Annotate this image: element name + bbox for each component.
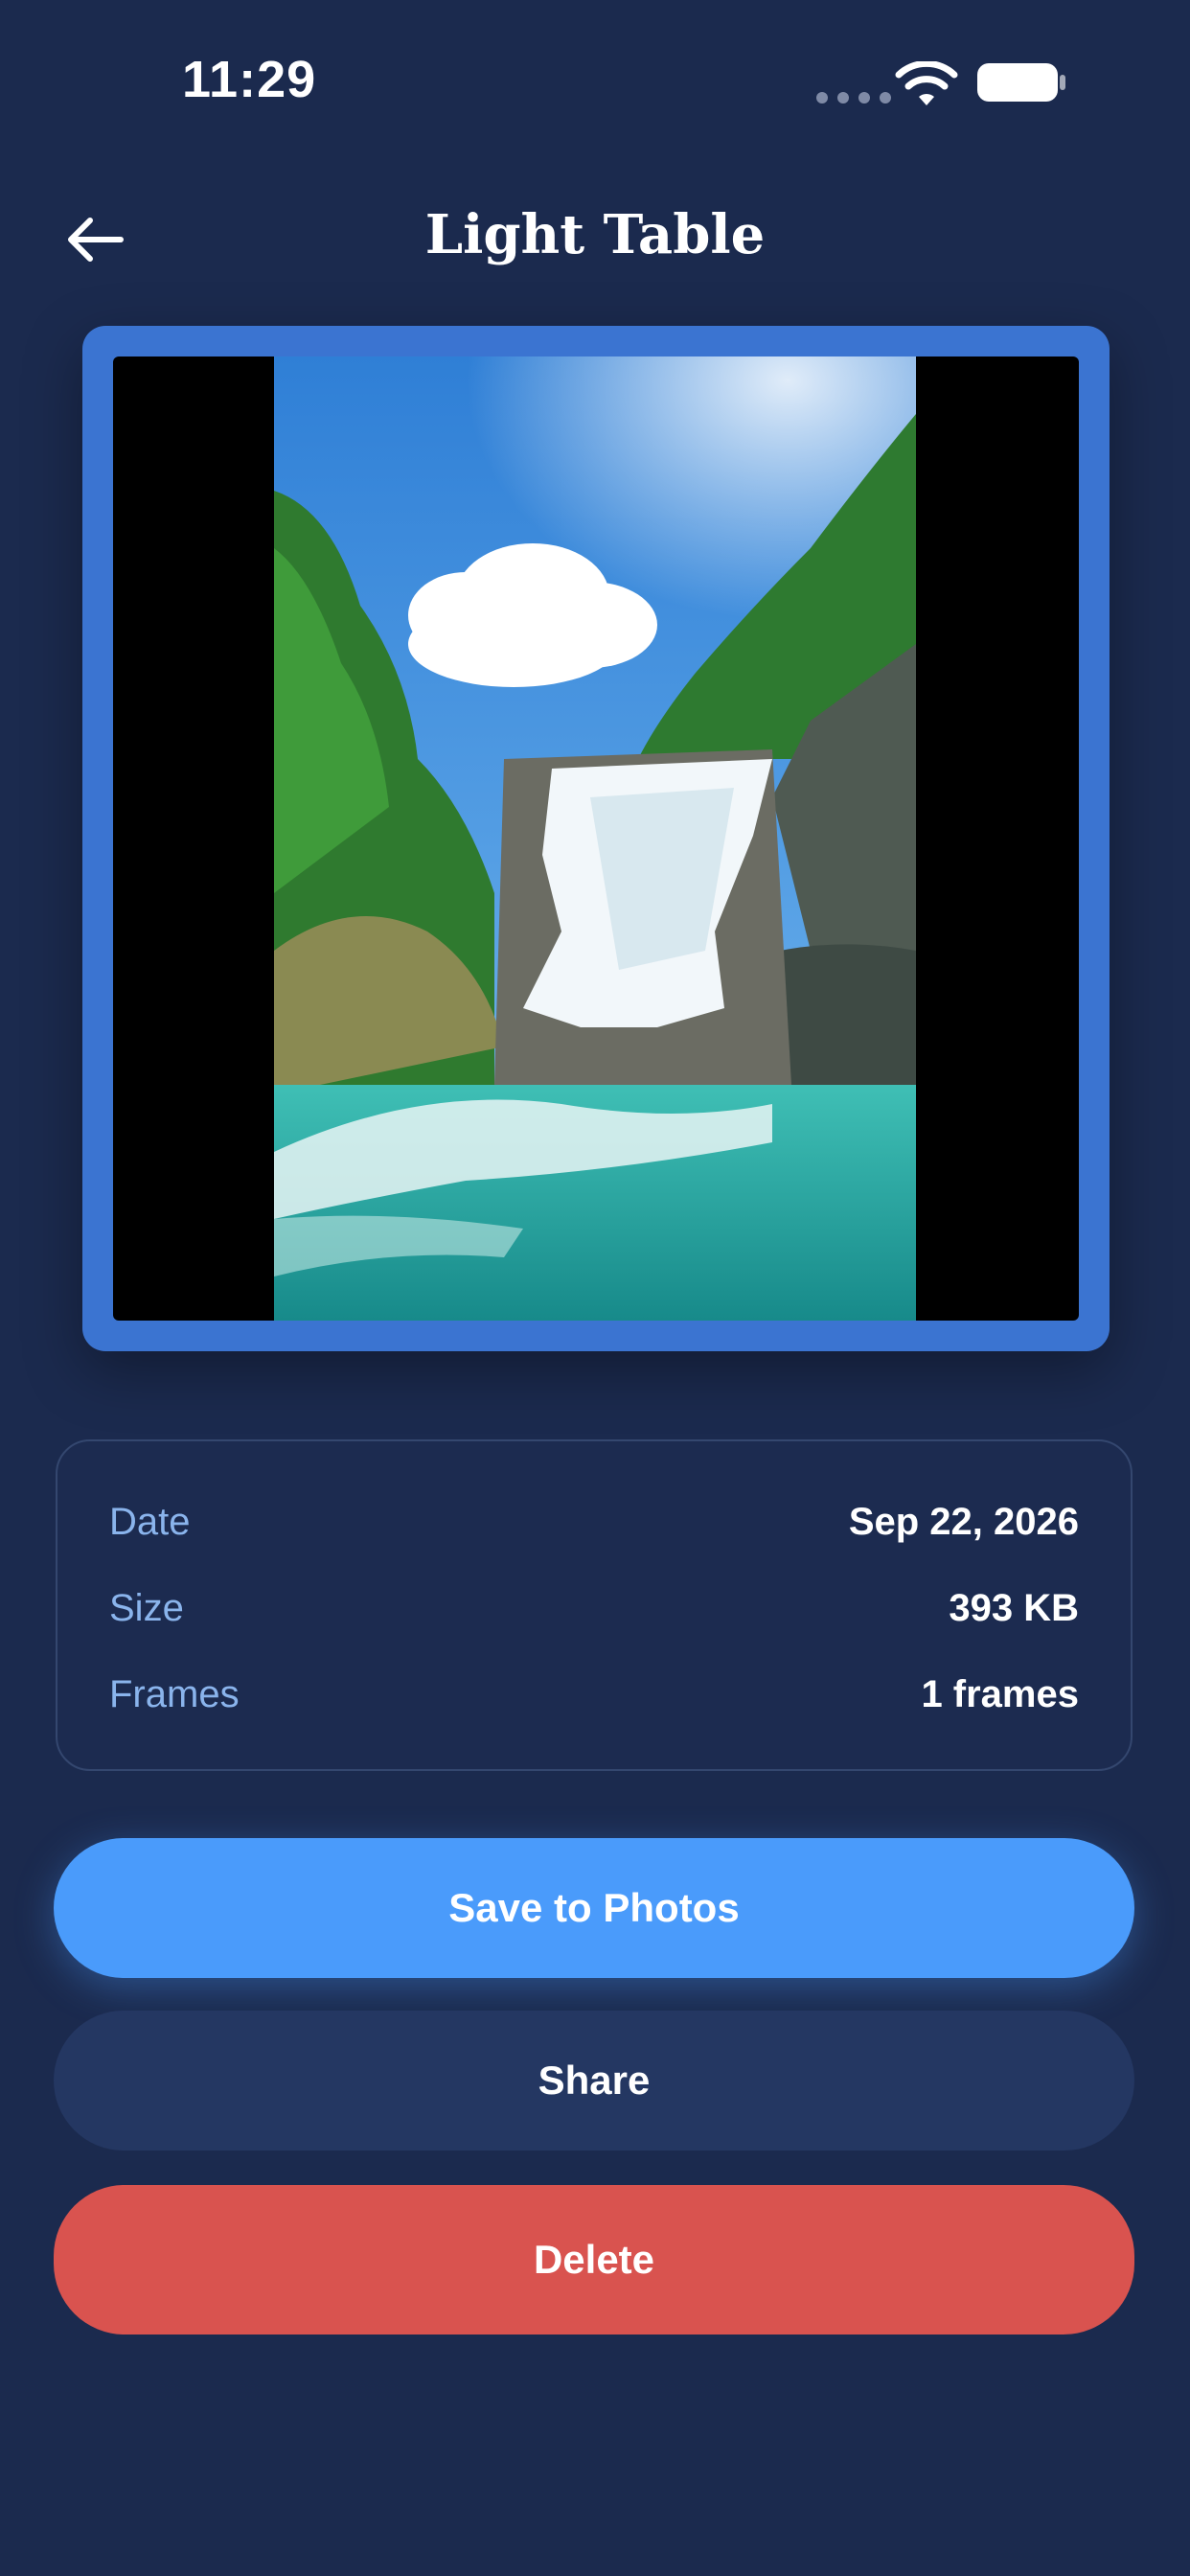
- preview-frame: [82, 326, 1110, 1351]
- wifi-icon: [895, 61, 958, 105]
- info-label: Size: [109, 1586, 184, 1629]
- info-card: Date Sep 22, 2026 Size 393 KB Frames 1 f…: [56, 1439, 1133, 1771]
- info-value: 1 frames: [921, 1672, 1079, 1715]
- info-value: Sep 22, 2026: [848, 1500, 1079, 1543]
- info-row-size: Size 393 KB: [109, 1579, 1079, 1637]
- waterfall-photo: [274, 356, 916, 1321]
- page-title: Light Table: [424, 203, 766, 266]
- app-screen: 11:29 Light Table Date Sep 22, 2026 Size…: [0, 0, 1190, 2576]
- battery-icon: [977, 63, 1065, 102]
- save-to-photos-button[interactable]: Save to Photos: [54, 1838, 1134, 1978]
- info-label: Date: [109, 1500, 191, 1543]
- info-value: 393 KB: [949, 1586, 1079, 1629]
- info-label: Frames: [109, 1672, 240, 1715]
- delete-button[interactable]: Delete: [54, 2185, 1134, 2334]
- share-button[interactable]: Share: [54, 2011, 1134, 2150]
- info-row-frames: Frames 1 frames: [109, 1666, 1079, 1723]
- status-time: 11:29: [182, 51, 317, 108]
- info-row-date: Date Sep 22, 2026: [109, 1493, 1079, 1551]
- signal-dots-icon: [816, 92, 891, 104]
- preview-canvas: [113, 356, 1079, 1321]
